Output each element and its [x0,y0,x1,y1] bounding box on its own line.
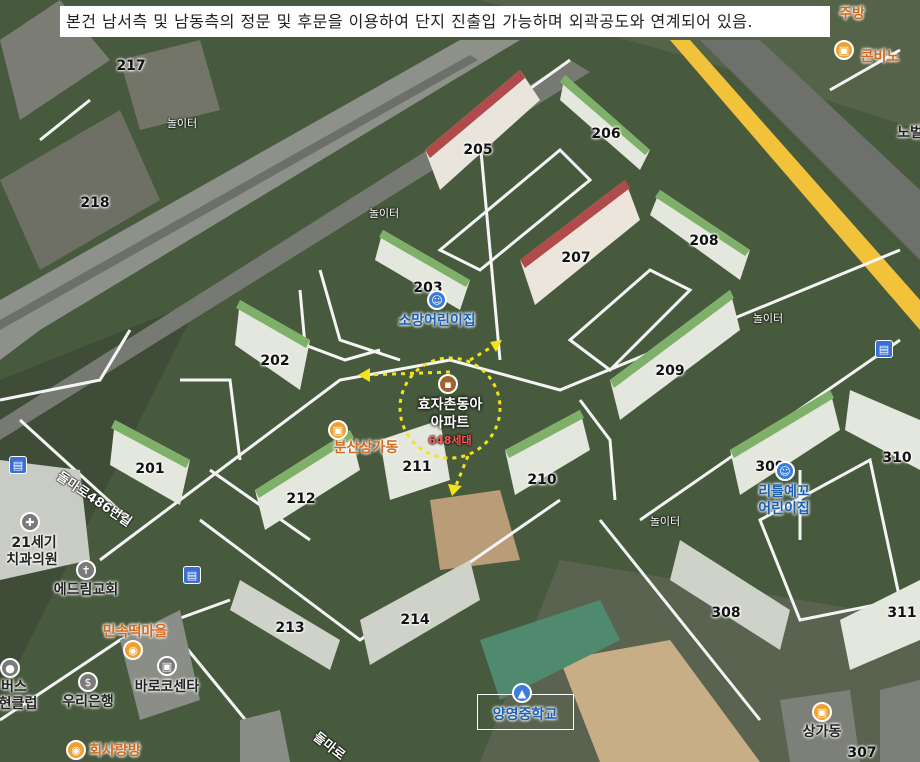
poi-convenience[interactable]: 콘비노 [861,46,900,66]
poi-bus-line2[interactable]: 현클럽 [0,693,37,713]
bus-stop-icon[interactable]: ▤ [9,456,27,474]
building-308-label: 308 [711,605,741,621]
school-icon[interactable]: ▲ [512,683,532,703]
building-207-label: 207 [561,250,591,266]
poi-bunsan-shops[interactable]: 분산상가동 [334,437,398,457]
building-205-label: 205 [463,142,493,158]
building-209-label: 209 [655,363,685,379]
shop-icon[interactable]: ▣ [157,656,177,676]
building-202-label: 202 [260,353,290,369]
building-213-label: 213 [275,620,305,636]
building-210-label: 210 [527,472,557,488]
playground-label: 놀이터 [649,515,681,528]
restaurant-icon[interactable]: ◉ [123,640,143,660]
playground-label: 놀이터 [752,312,784,325]
building-310-label: 310 [882,450,912,466]
map-view[interactable]: 본건 남서측 및 남동측의 정문 및 후문을 이용하여 단지 진출입 가능하며 … [0,0,920,762]
poi-barocenter[interactable]: 바로코센타 [135,676,199,696]
building-214-label: 214 [400,612,430,628]
description-caption: 본건 남서측 및 남동측의 정문 및 후문을 이용하여 단지 진출입 가능하며 … [60,6,830,37]
building-212-label: 212 [286,491,316,507]
poi-ricecake[interactable]: 민속떡마을 [103,621,167,641]
restaurant-icon[interactable]: ◉ [66,740,86,760]
complex-label[interactable]: 효자촌동아 아파트 648세대 [418,396,482,448]
poi-sarangbang[interactable]: 회사랑방 [89,740,141,760]
church-icon[interactable]: ✝ [76,560,96,580]
building-211-label: 211 [402,459,432,475]
kindergarten-icon[interactable]: ☺ [775,461,795,481]
playground-label: 놀이터 [368,207,400,220]
building-208-label: 208 [689,233,719,249]
building-201-label: 201 [135,461,165,477]
poi-sanga[interactable]: 상가동 [803,721,842,741]
building-307-label: 307 [847,745,877,761]
poi-church[interactable]: 에드림교회 [54,579,118,599]
poi-jubang[interactable]: 주방 [839,3,865,23]
playground-label: 놀이터 [166,117,198,130]
building-311-label: 311 [887,605,917,621]
bus-stop-icon[interactable]: ▤ [875,340,893,358]
kindergarten-icon[interactable]: ☺ [427,290,447,310]
bank-icon[interactable]: $ [78,672,98,692]
bus-stop-icon[interactable]: ▤ [183,566,201,584]
building-217-label: 217 [116,58,146,74]
apartment-marker-icon[interactable]: ▪ [438,374,458,394]
shop-icon[interactable]: ▣ [812,702,832,722]
poi-little-line2[interactable]: 어린이집 [758,498,810,518]
building-206-label: 206 [591,126,621,142]
hospital-icon[interactable]: ✚ [20,512,40,532]
poi-somang-kindergarten[interactable]: 소망어린이집 [398,310,475,330]
complex-name-line1: 효자촌동아 [417,397,483,413]
poi-yangyoung-school[interactable]: 양영중학교 [493,704,557,724]
poi-woori-bank[interactable]: 우리은행 [62,691,114,711]
poi-dental-line2[interactable]: 치과의원 [6,549,58,569]
complex-units: 648세대 [428,434,472,447]
poi-nobeul[interactable]: 노벌 [897,122,920,142]
complex-name-line2: 아파트 [430,415,470,431]
gym-icon[interactable]: ● [0,658,20,678]
convenience-store-icon[interactable]: ▣ [834,40,854,60]
building-218-label: 218 [80,195,110,211]
